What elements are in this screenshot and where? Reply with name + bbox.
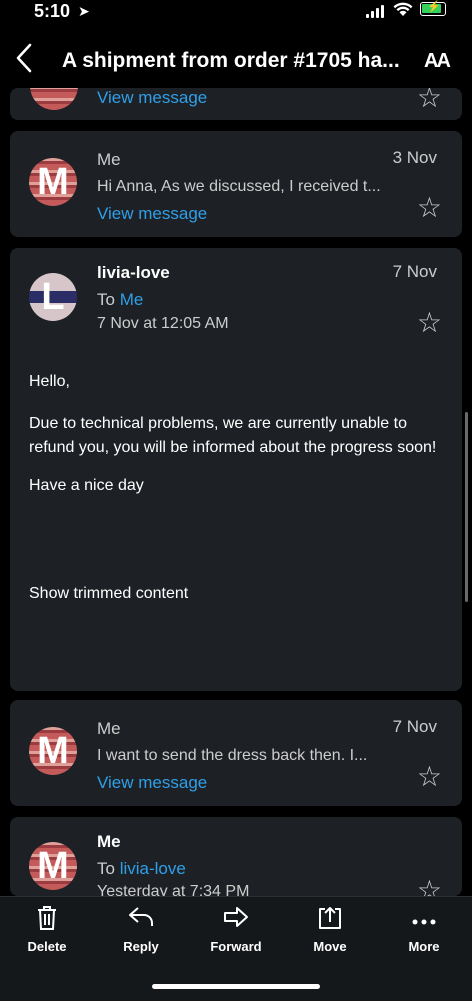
view-message-link[interactable]: View message bbox=[97, 204, 207, 224]
more-label: More bbox=[408, 939, 440, 954]
avatar: M bbox=[29, 842, 77, 890]
forward-label: Forward bbox=[210, 939, 262, 954]
move-label: Move bbox=[313, 939, 347, 954]
message-closing: Have a nice day bbox=[29, 477, 144, 494]
avatar-letter: M bbox=[37, 161, 69, 203]
reply-icon bbox=[101, 905, 181, 935]
forward-icon bbox=[196, 905, 276, 935]
recipient-line: To Me bbox=[97, 290, 143, 310]
status-bar: 5:10 ➤ ⚡ bbox=[0, 0, 472, 28]
to-label: To bbox=[97, 290, 115, 309]
forward-button[interactable]: Forward bbox=[196, 905, 276, 954]
star-icon[interactable]: ☆ bbox=[417, 88, 442, 112]
message-paragraph: Due to technical problems, we are curren… bbox=[29, 415, 437, 456]
message-timestamp: Yesterday at 7:34 PM bbox=[97, 883, 250, 896]
recipient-name[interactable]: Me bbox=[120, 290, 144, 309]
message-card[interactable]: View message ☆ bbox=[10, 88, 462, 120]
avatar: M bbox=[29, 727, 77, 775]
status-time: 5:10 bbox=[34, 1, 71, 21]
move-button[interactable]: Move bbox=[290, 905, 370, 954]
text-size-icon[interactable]: AA bbox=[424, 50, 451, 73]
delete-icon bbox=[7, 905, 87, 935]
star-icon[interactable]: ☆ bbox=[417, 763, 442, 791]
avatar: L bbox=[29, 273, 77, 321]
recipient-line: To livia-love bbox=[97, 859, 186, 879]
message-sender: Me bbox=[97, 150, 121, 169]
reply-label: Reply bbox=[123, 939, 159, 954]
star-icon[interactable]: ☆ bbox=[417, 877, 442, 897]
star-icon[interactable]: ☆ bbox=[417, 309, 442, 337]
location-arrow-icon: ➤ bbox=[78, 3, 90, 19]
message-card-expanded: L livia-love 7 Nov To Me 7 Nov at 12:05 … bbox=[10, 248, 462, 691]
signal-icon bbox=[366, 4, 386, 18]
to-label: To bbox=[97, 859, 115, 878]
message-card[interactable]: M Me 7 Nov I want to send the dress back… bbox=[10, 700, 462, 806]
move-icon bbox=[290, 905, 370, 935]
view-message-link[interactable]: View message bbox=[97, 88, 207, 108]
message-date: 7 Nov bbox=[392, 717, 437, 736]
battery-icon: ⚡ bbox=[420, 1, 446, 16]
wifi-icon bbox=[393, 2, 413, 22]
page-title: A shipment from order #1705 ha... bbox=[62, 49, 400, 72]
nav-bar: A shipment from order #1705 ha... AA bbox=[0, 36, 472, 88]
avatar bbox=[30, 88, 78, 110]
more-button[interactable]: More bbox=[384, 905, 464, 954]
message-preview: I want to send the dress back then. I... bbox=[97, 747, 368, 764]
avatar: M bbox=[29, 158, 77, 206]
message-card[interactable]: M Me 3 Nov Hi Anna, As we discussed, I r… bbox=[10, 131, 462, 237]
message-sender: livia-love bbox=[97, 263, 170, 282]
avatar-letter: L bbox=[41, 276, 65, 318]
message-greeting: Hello, bbox=[29, 373, 70, 390]
avatar-letter: M bbox=[37, 845, 69, 887]
recipient-name[interactable]: livia-love bbox=[120, 859, 186, 878]
view-message-link[interactable]: View message bbox=[97, 773, 207, 793]
reply-button[interactable]: Reply bbox=[101, 905, 181, 954]
more-icon bbox=[384, 905, 464, 935]
star-icon[interactable]: ☆ bbox=[417, 194, 442, 222]
delete-button[interactable]: Delete bbox=[7, 905, 87, 954]
back-icon[interactable] bbox=[14, 42, 34, 80]
message-timestamp: 7 Nov at 12:05 AM bbox=[97, 315, 229, 332]
home-indicator[interactable] bbox=[152, 984, 320, 989]
message-sender: Me bbox=[97, 719, 121, 738]
message-sender: Me bbox=[97, 832, 121, 851]
scrollbar[interactable] bbox=[465, 412, 468, 602]
message-card-expanded: M Me To livia-love Yesterday at 7:34 PM … bbox=[10, 817, 462, 896]
message-date: 3 Nov bbox=[392, 148, 437, 167]
delete-label: Delete bbox=[27, 939, 67, 954]
avatar-letter: M bbox=[37, 730, 69, 772]
show-trimmed-content-link[interactable]: Show trimmed content bbox=[29, 582, 449, 606]
message-preview: Hi Anna, As we discussed, I received t..… bbox=[97, 178, 381, 195]
message-date: 7 Nov bbox=[392, 262, 437, 281]
